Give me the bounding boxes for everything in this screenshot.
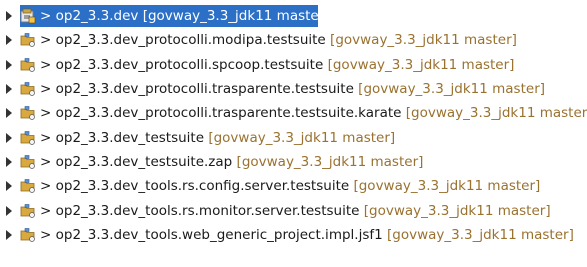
project-explorer-tree: > op2_3.3.dev [govway_3.3_jdk11 master] … bbox=[0, 4, 587, 247]
repo-branch: [govway_3.3_jdk11 master] bbox=[405, 105, 587, 122]
folder-project-icon bbox=[20, 203, 36, 219]
tree-row-project[interactable]: > op2_3.3.dev_testsuite [govway_3.3_jdk1… bbox=[0, 125, 587, 149]
repo-branch: [govway_3.3_jdk11 master] bbox=[363, 202, 551, 219]
project-label: > op2_3.3.dev_protocolli.trasparente.tes… bbox=[40, 81, 545, 97]
folder-project-icon bbox=[20, 130, 36, 146]
dirty-marker: > bbox=[40, 153, 52, 170]
repo-branch: [govway_3.3_jdk11 master] bbox=[208, 129, 396, 146]
chevron-right-icon[interactable] bbox=[5, 229, 13, 240]
project-name: op2_3.3.dev_testsuite.zap bbox=[55, 153, 233, 170]
tree-row-project[interactable]: > op2_3.3.dev_tools.rs.config.server.tes… bbox=[0, 174, 587, 198]
project-label: > op2_3.3.dev [govway_3.3_jdk11 master] bbox=[40, 8, 330, 24]
repo-branch: [govway_3.3_jdk11 master] bbox=[142, 8, 330, 25]
folder-project-icon bbox=[20, 227, 36, 243]
project-name: op2_3.3.dev_protocolli.spcoop.testsuite bbox=[55, 56, 324, 73]
chevron-right-icon[interactable] bbox=[5, 35, 13, 46]
folder-project-icon bbox=[20, 178, 36, 194]
dirty-marker: > bbox=[40, 56, 52, 73]
project-name: op2_3.3.dev_tools.rs.config.server.tests… bbox=[55, 178, 350, 195]
chevron-right-icon[interactable] bbox=[5, 205, 13, 216]
repo-branch: [govway_3.3_jdk11 master] bbox=[236, 153, 424, 170]
dirty-marker: > bbox=[40, 32, 52, 49]
folder-project-icon bbox=[20, 32, 36, 48]
folder-project-icon bbox=[20, 154, 36, 170]
tree-row-project[interactable]: > op2_3.3.dev_protocolli.trasparente.tes… bbox=[0, 101, 587, 125]
project-label: > op2_3.3.dev_tools.web_generic_project.… bbox=[40, 227, 574, 243]
project-java-icon bbox=[20, 8, 36, 24]
chevron-right-icon[interactable] bbox=[5, 156, 13, 167]
tree-row-project[interactable]: > op2_3.3.dev_testsuite.zap [govway_3.3_… bbox=[0, 150, 587, 174]
tree-row-project[interactable]: > op2_3.3.dev_tools.rs.monitor.server.te… bbox=[0, 198, 587, 222]
dirty-marker: > bbox=[40, 226, 52, 243]
repo-branch: [govway_3.3_jdk11 master] bbox=[353, 178, 541, 195]
repo-branch: [govway_3.3_jdk11 master] bbox=[358, 81, 546, 98]
project-name: op2_3.3.dev_tools.rs.monitor.server.test… bbox=[55, 202, 360, 219]
dirty-marker: > bbox=[40, 81, 52, 98]
dirty-marker: > bbox=[40, 129, 52, 146]
folder-project-icon bbox=[20, 57, 36, 73]
tree-row-project[interactable]: > op2_3.3.dev_protocolli.modipa.testsuit… bbox=[0, 28, 587, 52]
dirty-marker: > bbox=[40, 105, 52, 122]
chevron-right-icon[interactable] bbox=[5, 59, 13, 70]
dirty-marker: > bbox=[40, 8, 52, 25]
project-name: op2_3.3.dev_protocolli.trasparente.tests… bbox=[55, 105, 402, 122]
project-name: op2_3.3.dev_protocolli.trasparente.tests… bbox=[55, 81, 354, 98]
project-label: > op2_3.3.dev_protocolli.modipa.testsuit… bbox=[40, 32, 517, 48]
project-label: > op2_3.3.dev_testsuite [govway_3.3_jdk1… bbox=[40, 130, 395, 146]
dirty-marker: > bbox=[40, 202, 52, 219]
dirty-marker: > bbox=[40, 178, 52, 195]
tree-row-project[interactable]: > op2_3.3.dev_tools.web_generic_project.… bbox=[0, 223, 587, 247]
project-label: > op2_3.3.dev_tools.rs.monitor.server.te… bbox=[40, 203, 551, 219]
project-label: > op2_3.3.dev_protocolli.trasparente.tes… bbox=[40, 105, 587, 121]
chevron-right-icon[interactable] bbox=[5, 108, 13, 119]
project-name: op2_3.3.dev_protocolli.modipa.testsuite bbox=[55, 32, 326, 49]
folder-project-icon bbox=[20, 105, 36, 121]
project-name: op2_3.3.dev_testsuite bbox=[55, 129, 205, 146]
tree-row-project[interactable]: > op2_3.3.dev [govway_3.3_jdk11 master] bbox=[0, 4, 587, 28]
repo-branch: [govway_3.3_jdk11 master] bbox=[327, 56, 515, 73]
project-label: > op2_3.3.dev_tools.rs.config.server.tes… bbox=[40, 178, 540, 194]
project-name: op2_3.3.dev bbox=[55, 8, 139, 25]
repo-branch: [govway_3.3_jdk11 master] bbox=[387, 226, 574, 243]
project-label: > op2_3.3.dev_testsuite.zap [govway_3.3_… bbox=[40, 154, 423, 170]
tree-row-project[interactable]: > op2_3.3.dev_protocolli.trasparente.tes… bbox=[0, 77, 587, 101]
chevron-right-icon[interactable] bbox=[5, 84, 13, 95]
chevron-right-icon[interactable] bbox=[5, 11, 13, 22]
folder-project-icon bbox=[20, 81, 36, 97]
project-label: > op2_3.3.dev_protocolli.spcoop.testsuit… bbox=[40, 57, 514, 73]
tree-row-project[interactable]: > op2_3.3.dev_protocolli.spcoop.testsuit… bbox=[0, 53, 587, 77]
project-name: op2_3.3.dev_tools.web_generic_project.im… bbox=[55, 226, 383, 243]
repo-branch: [govway_3.3_jdk11 master] bbox=[330, 32, 517, 49]
chevron-right-icon[interactable] bbox=[5, 181, 13, 192]
chevron-right-icon[interactable] bbox=[5, 132, 13, 143]
